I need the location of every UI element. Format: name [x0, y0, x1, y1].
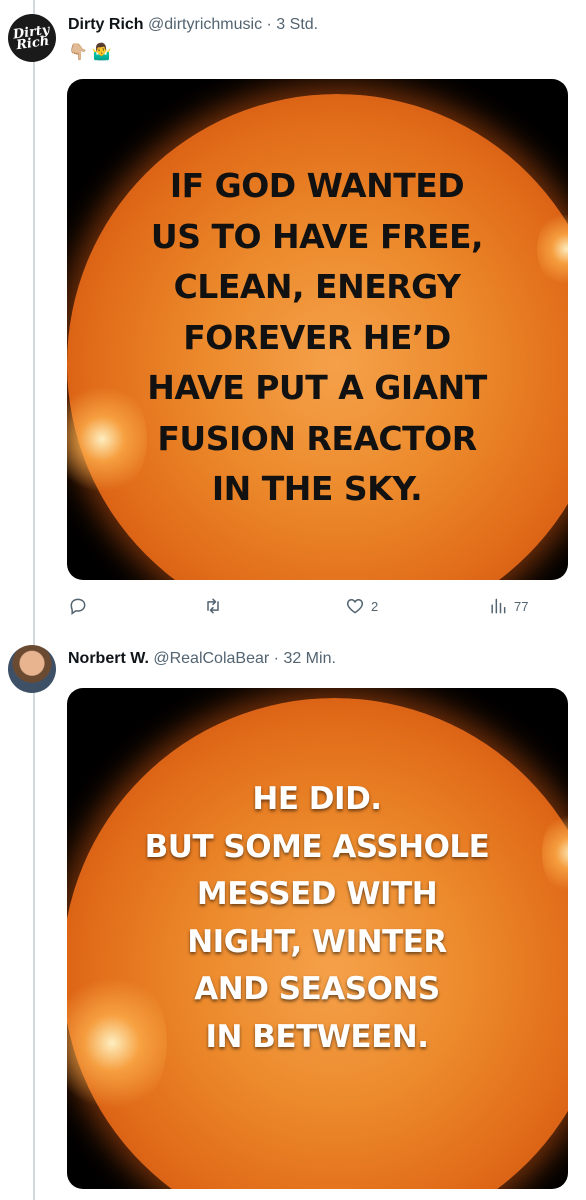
meme-line: FOREVER HE’D — [183, 317, 451, 357]
meme-line: IF GOD WANTED — [169, 166, 465, 205]
meme-line: IN THE SKY. — [211, 469, 423, 508]
tweet-actions: 2 77 — [68, 596, 538, 618]
display-name[interactable]: Norbert W. — [68, 650, 149, 667]
reply-button[interactable] — [68, 596, 94, 616]
meme-line: CLEAN, ENERGY — [173, 267, 461, 306]
meme-line: AND SEASONS — [194, 971, 440, 1007]
avatar[interactable]: Dirty Rich — [8, 14, 56, 62]
tweet-header: Dirty Rich @dirtyrichmusic · 3 Std. — [68, 16, 318, 34]
retweet-button[interactable] — [203, 596, 229, 616]
meme-line: HE DID. — [252, 781, 382, 817]
like-button[interactable]: 2 — [345, 596, 378, 616]
retweet-icon — [207, 598, 219, 614]
tweet-image[interactable]: IF GOD WANTED US TO HAVE FREE, CLEAN, EN… — [67, 79, 568, 580]
meme-caption: IF GOD WANTED US TO HAVE FREE, CLEAN, EN… — [97, 161, 537, 515]
avatar[interactable] — [8, 645, 56, 693]
views-button[interactable]: 77 — [488, 596, 528, 616]
meme-line: HAVE PUT A GIANT — [147, 368, 487, 407]
separator-dot: · — [273, 650, 279, 667]
meme-line: MESSED WITH — [196, 876, 438, 912]
avatar-logo: Dirty Rich — [12, 22, 51, 54]
thread-connector-line — [33, 0, 35, 1200]
meme-line: US TO HAVE FREE, — [150, 216, 484, 256]
heart-icon — [346, 598, 364, 614]
meme-line: FUSION REACTOR — [157, 418, 477, 458]
user-handle[interactable]: @dirtyrichmusic — [148, 16, 262, 33]
tweet-header: Norbert W. @RealColaBear · 32 Min. — [68, 650, 336, 668]
meme-line: NIGHT, WINTER — [187, 923, 447, 960]
meme-caption: HE DID. BUT SOME ASSHOLE MESSED WITH NIG… — [127, 776, 507, 1061]
reply-icon — [70, 598, 86, 615]
view-count: 77 — [514, 598, 529, 614]
timestamp[interactable]: 3 Std. — [276, 16, 318, 33]
meme-line: IN BETWEEN. — [205, 1018, 430, 1055]
display-name[interactable]: Dirty Rich — [68, 16, 144, 33]
pointing-down-emoji: 👇🏼 — [68, 44, 88, 61]
tweet-text: 👇🏼 🤷‍♂️ — [68, 42, 112, 62]
separator-dot: · — [266, 16, 272, 33]
timestamp[interactable]: 32 Min. — [283, 650, 335, 667]
user-handle[interactable]: @RealColaBear — [153, 650, 269, 667]
meme-line: BUT SOME ASSHOLE — [144, 828, 490, 865]
like-count: 2 — [371, 598, 379, 614]
tweet-image[interactable]: HE DID. BUT SOME ASSHOLE MESSED WITH NIG… — [67, 688, 568, 1189]
shrug-emoji: 🤷‍♂️ — [91, 44, 112, 61]
views-icon — [491, 598, 506, 614]
